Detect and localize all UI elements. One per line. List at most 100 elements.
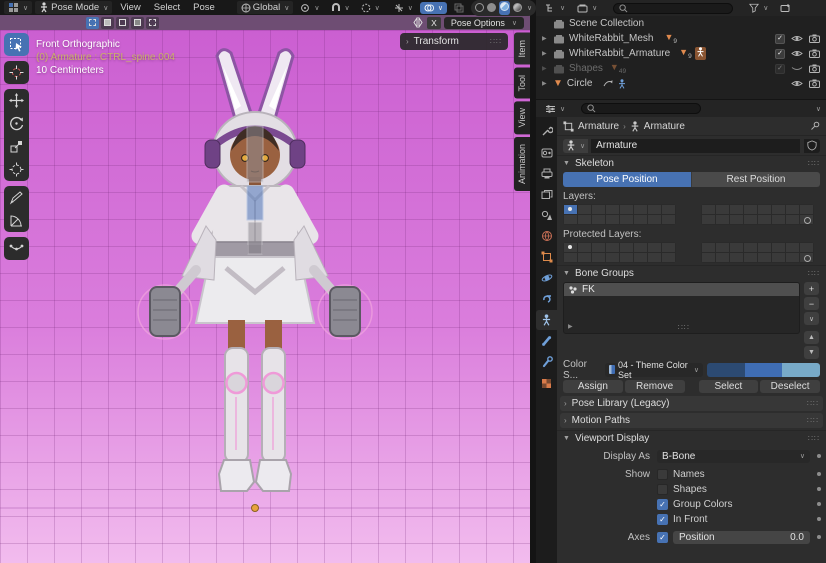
- transform-panel-header[interactable]: › Transform ∷∷: [400, 33, 508, 50]
- layer-cell[interactable]: [634, 243, 647, 252]
- armature-datablock-dropdown[interactable]: ∨: [563, 139, 588, 153]
- selectability-checkbox[interactable]: ✓: [775, 64, 785, 74]
- animate-dot[interactable]: [817, 517, 821, 521]
- add-group-button[interactable]: +: [804, 282, 819, 295]
- layer-cell[interactable]: [620, 205, 633, 214]
- breadcrumb-data[interactable]: Armature: [644, 121, 685, 132]
- active-bone-ctrl-spine-004[interactable]: [247, 186, 263, 220]
- menu-view[interactable]: View: [115, 2, 145, 13]
- editor-type-button[interactable]: ∨: [4, 1, 32, 14]
- layer-cell[interactable]: [620, 253, 633, 262]
- shading-solid-icon[interactable]: [487, 3, 496, 12]
- layer-cell[interactable]: [772, 215, 785, 224]
- tool-transform[interactable]: [4, 158, 29, 181]
- tab-render[interactable]: [536, 142, 557, 162]
- layer-cell[interactable]: [772, 205, 785, 214]
- layer-cell[interactable]: [634, 205, 647, 214]
- tool-scale[interactable]: [4, 135, 29, 158]
- layer-cell[interactable]: [716, 205, 729, 214]
- layer-cell[interactable]: [592, 215, 605, 224]
- layer-cell[interactable]: [578, 215, 591, 224]
- panel-header-motion-paths[interactable]: › Motion Paths ∷∷: [560, 413, 823, 428]
- layer-cell[interactable]: [648, 253, 661, 262]
- layer-cell[interactable]: [744, 253, 757, 262]
- display-as-dropdown[interactable]: B-Bone ∨: [657, 450, 810, 463]
- shapes-checkbox[interactable]: [657, 484, 668, 495]
- layer-cell[interactable]: [648, 205, 661, 214]
- layer-cell[interactable]: [578, 253, 591, 262]
- layer-cell[interactable]: [702, 215, 715, 224]
- layer-cell[interactable]: [758, 253, 771, 262]
- layer-cell[interactable]: [662, 243, 675, 252]
- transform-orientation-dropdown[interactable]: Global ∨: [237, 1, 294, 14]
- layer-cell[interactable]: [564, 215, 577, 224]
- tab-animation[interactable]: Animation: [514, 137, 530, 191]
- camera-render-icon[interactable]: [809, 49, 820, 58]
- shading-wireframe-icon[interactable]: [475, 3, 484, 12]
- layer-cell[interactable]: [592, 243, 605, 252]
- layer-cell[interactable]: [662, 205, 675, 214]
- outliner-search-input[interactable]: [613, 3, 733, 14]
- layer-cell[interactable]: [592, 253, 605, 262]
- animate-dot[interactable]: [817, 454, 821, 458]
- layer-cell[interactable]: [564, 243, 577, 252]
- outliner-row-scene-collection[interactable]: Scene Collection: [536, 16, 826, 31]
- color-select-swatch[interactable]: [745, 363, 783, 377]
- rest-position-button[interactable]: Rest Position: [691, 172, 820, 187]
- expand-arrow-icon[interactable]: ▶: [542, 35, 550, 42]
- layer-cell[interactable]: [744, 243, 757, 252]
- outliner-row-whiterabbit-mesh[interactable]: ▶ WhiteRabbit_Mesh ▼9 ✓: [536, 31, 826, 46]
- layer-cell[interactable]: [564, 253, 577, 262]
- layer-cell[interactable]: [730, 243, 743, 252]
- tab-texture[interactable]: [536, 373, 557, 393]
- color-active-swatch[interactable]: [782, 363, 820, 377]
- layer-cell[interactable]: [578, 205, 591, 214]
- layer-cell[interactable]: [662, 215, 675, 224]
- pivot-point-dropdown[interactable]: ∨: [296, 2, 323, 14]
- display-mode-dropdown[interactable]: ∨: [541, 2, 569, 14]
- outliner-row-shapes[interactable]: ▶ Shapes ▼49 ✓: [536, 61, 826, 76]
- select-mode-subtract[interactable]: [116, 17, 129, 29]
- deselect-button[interactable]: Deselect: [760, 380, 820, 393]
- layer-cell[interactable]: [578, 243, 591, 252]
- axes-checkbox[interactable]: ✓: [657, 532, 668, 543]
- layer-cell[interactable]: [800, 243, 813, 252]
- select-mode-new[interactable]: [86, 17, 99, 29]
- datablock-name-field[interactable]: Armature: [591, 139, 800, 153]
- specials-menu-button[interactable]: ∨: [804, 312, 819, 325]
- layer-cell[interactable]: [606, 205, 619, 214]
- names-checkbox[interactable]: [657, 469, 668, 480]
- tool-annotate[interactable]: [4, 186, 29, 209]
- eye-icon[interactable]: [791, 79, 803, 88]
- layer-cell[interactable]: [786, 205, 799, 214]
- options-chevron-icon[interactable]: ∨: [816, 105, 821, 113]
- layer-cell[interactable]: [786, 243, 799, 252]
- panel-header-bone-groups[interactable]: ▼ Bone Groups ∷∷: [557, 265, 826, 280]
- list-expand-icon[interactable]: ▶: [568, 323, 573, 332]
- tab-scene[interactable]: [536, 205, 557, 225]
- remove-button[interactable]: Remove: [625, 380, 685, 393]
- breadcrumb-object[interactable]: Armature: [578, 121, 619, 132]
- tab-output[interactable]: [536, 163, 557, 183]
- camera-render-icon[interactable]: [809, 79, 820, 88]
- viewport-canvas[interactable]: Front Orthographic (0) Armature : CTRL_s…: [0, 30, 530, 563]
- drag-handle-icon[interactable]: ∷∷: [808, 159, 820, 168]
- pose-options-dropdown[interactable]: Pose Options ∨: [444, 17, 524, 29]
- properties-search-input[interactable]: [581, 103, 701, 114]
- layer-cell[interactable]: [702, 253, 715, 262]
- toggle-xray-button[interactable]: [450, 2, 468, 14]
- tab-bone-constraints[interactable]: [536, 352, 557, 372]
- layer-cell[interactable]: [800, 215, 813, 224]
- layer-cell[interactable]: [744, 205, 757, 214]
- layer-cell[interactable]: [716, 215, 729, 224]
- tool-pose-breakdowner[interactable]: [4, 237, 29, 260]
- layer-cell[interactable]: [648, 243, 661, 252]
- x-mirror-icon[interactable]: [412, 17, 424, 28]
- properties-editor-type-button[interactable]: ∨: [541, 103, 569, 115]
- tab-object-data-armature[interactable]: [536, 310, 557, 330]
- outliner-row-whiterabbit-armature[interactable]: ▶ WhiteRabbit_Armature ▼9 ✓: [536, 46, 826, 61]
- animate-dot[interactable]: [817, 487, 821, 491]
- tab-physics[interactable]: [536, 268, 557, 288]
- remove-group-button[interactable]: −: [804, 297, 819, 310]
- expand-arrow-icon[interactable]: ▶: [542, 80, 550, 87]
